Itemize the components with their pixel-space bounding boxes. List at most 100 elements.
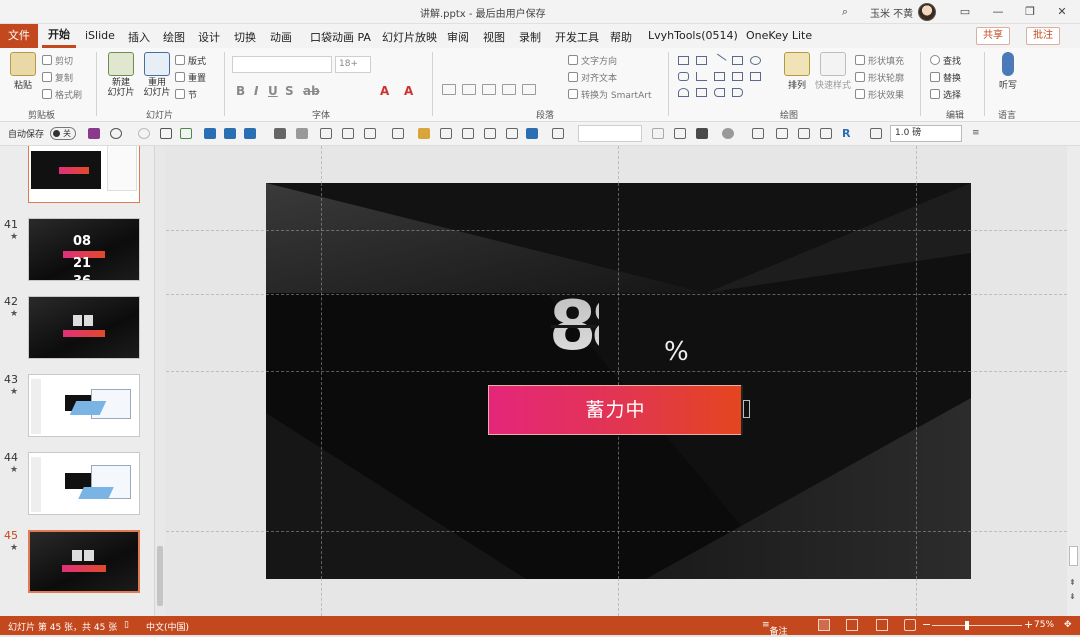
charging-bar[interactable]: 蓄力中 [488,385,743,435]
scrollbar-thumb[interactable] [157,546,163,606]
flip-icon[interactable] [462,128,474,139]
find-button[interactable]: 查找 [930,54,961,67]
reading-view-icon[interactable] [876,619,888,631]
tab-help[interactable]: 帮助 [610,29,632,45]
prev-slide-icon[interactable]: ⇞ [1069,578,1076,587]
maximize-icon[interactable]: ❐ [1020,3,1040,21]
tab-lvyhtools[interactable]: LvyhTools(0514) [648,29,738,42]
undo-icon[interactable] [110,128,122,139]
select-button[interactable]: 选择 [930,88,961,101]
dictate-button[interactable]: 听写 [994,52,1022,91]
scrollbar-thumb[interactable] [1069,546,1078,566]
shapes-gallery[interactable] [676,53,776,100]
tab-review[interactable]: 审阅 [447,29,469,45]
autosave-toggle[interactable]: 关 [50,127,76,140]
layout-button[interactable]: 版式 [175,54,206,67]
slide-thumbnail[interactable] [28,296,140,359]
quick-styles-button[interactable]: 快速样式 [814,52,852,91]
new-slide-button[interactable]: 新建 幻灯片 [104,52,138,98]
font-color-button[interactable]: A [380,84,389,98]
outline-eyedropper-icon[interactable] [506,128,518,139]
ungroup-icon[interactable] [296,128,308,139]
shape-oval-icon[interactable] [750,56,761,65]
text-color-icon[interactable] [674,128,686,139]
shape-outline-button[interactable]: 形状轮廓 [855,71,904,84]
format-painter-button[interactable]: 格式刷 [42,88,82,101]
shape-rounded-rect-icon[interactable] [678,72,689,81]
tab-islide[interactable]: iSlide [85,29,115,42]
tab-animations[interactable]: 动画 [270,29,292,45]
align-left-button[interactable] [442,84,456,95]
ribbon-display-icon[interactable]: ▭ [955,3,975,21]
copy-button[interactable]: 复制 [42,71,73,84]
tab-insert[interactable]: 插入 [128,29,150,45]
align-right-button[interactable] [482,84,496,95]
crop-icon[interactable] [418,128,430,139]
notes-button[interactable]: ≡ 备注 [762,620,788,637]
shape-curve-icon[interactable] [678,88,689,97]
align-objects-icon[interactable] [364,128,376,139]
tab-pocket-animation[interactable]: 口袋动画 PA [310,29,371,45]
font-size-combo[interactable]: 18+ [335,56,371,73]
shape-brace-left-icon[interactable] [714,88,725,97]
line-weight-combo[interactable]: 1.0 磅 [890,125,962,142]
tab-onekey-lite[interactable]: OneKey Lite [746,29,812,42]
shape-freeform-icon[interactable] [696,88,707,97]
strikethrough-button[interactable]: ab [303,84,320,98]
shape-fill-button[interactable]: 形状填充 [855,54,904,67]
start-slideshow-icon[interactable] [160,128,172,139]
avatar[interactable] [918,3,936,21]
convert-smartart-button[interactable]: 转换为 SmartArt [568,88,651,101]
language[interactable]: 中文(中国) [146,620,189,633]
slide-thumbnail[interactable]: 08 21 36 [28,218,140,281]
slideshow-view-icon[interactable] [904,619,916,631]
shape-connector-icon[interactable] [714,72,725,81]
slide-thumbnail[interactable] [28,146,140,203]
group-icon[interactable] [274,128,286,139]
paste-button[interactable]: 粘贴 [8,52,38,91]
shape-effects-button[interactable]: 形状效果 [855,88,904,101]
flip-number[interactable]: 88 [549,291,638,363]
justify-button[interactable] [502,84,516,95]
section-button[interactable]: 节 [175,88,197,101]
spelling-icon[interactable] [180,128,192,139]
zoom-slider[interactable] [932,625,1022,626]
picture-format-icon[interactable] [776,128,788,139]
tab-design[interactable]: 设计 [198,29,220,45]
reuse-slide-button[interactable]: 重用 幻灯片 [140,52,174,98]
crop-qat-icon[interactable] [752,128,764,139]
tab-view[interactable]: 视图 [483,29,505,45]
align-text-button[interactable]: 对齐文本 [568,71,617,84]
fit-slide-icon[interactable]: ✥ [1064,620,1072,630]
shape-rectangle-icon[interactable] [732,56,743,65]
customize-qat-icon[interactable]: ≡ [972,128,984,139]
slide-thumbnail[interactable] [28,452,140,515]
cut-button[interactable]: 剪切 [42,54,73,67]
shape-textbox-vertical-icon[interactable] [696,56,707,65]
vertical-scrollbar[interactable]: ⇞ ⇟ [1067,146,1080,616]
send-backward-icon[interactable] [342,128,354,139]
slide-sorter-icon[interactable] [846,619,858,631]
bold-button[interactable]: B [236,84,245,98]
spell-check-icon[interactable]: ▯ [124,620,129,630]
shape-arrow-right-icon[interactable] [732,72,743,81]
slide-thumbnail-selected[interactable] [28,530,140,593]
save-icon[interactable] [88,128,100,139]
image-swap-icon[interactable] [820,128,832,139]
thumbnails-scrollbar[interactable] [155,146,165,616]
shape-fill-qat-icon[interactable] [722,128,734,139]
tab-slideshow[interactable]: 幻灯片放映 [382,29,437,45]
close-icon[interactable]: ✕ [1052,3,1072,21]
compress-icon[interactable] [798,128,810,139]
slide-thumbnail[interactable] [28,374,140,437]
font-color-qat-icon[interactable] [696,128,708,139]
shape-brace-right-icon[interactable] [732,88,743,97]
rotate-icon[interactable] [440,128,452,139]
eyedropper-icon[interactable] [484,128,496,139]
comment-button[interactable]: 批注 [1026,27,1060,45]
shape-textbox-icon[interactable] [678,56,689,65]
percent-sign[interactable]: % [664,337,689,367]
fill-color-icon[interactable] [526,128,538,139]
shape-arrow-down-icon[interactable] [750,72,761,81]
textbox-icon[interactable] [224,128,236,139]
